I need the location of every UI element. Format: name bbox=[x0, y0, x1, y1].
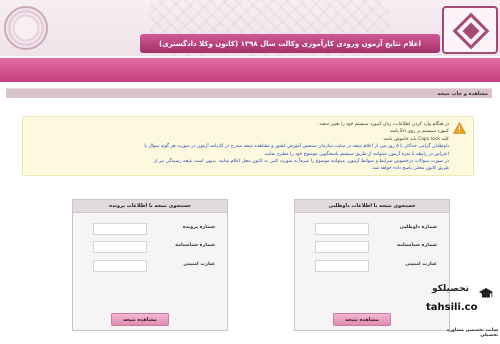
watermark-subtitle: سایت تخصصی مشاوره تحصیلی bbox=[446, 328, 498, 338]
notice-line: در هنگام وارد کردن اطلاعات، زبان کیبورد … bbox=[317, 122, 449, 127]
captcha-row: عبارت امنیتی bbox=[73, 260, 229, 272]
id-number-row: شماره شناسنامه bbox=[295, 241, 451, 253]
candidate-number-input[interactable] bbox=[315, 223, 369, 235]
captcha-input[interactable] bbox=[315, 260, 369, 272]
notice-line: کلید Caps lock باید خاموش باشد. bbox=[382, 136, 449, 142]
view-result-button[interactable]: مشاهده نتیجه bbox=[333, 313, 391, 326]
page-title: اعلام نتایج آزمون ورودی کارآموزی وکالت س… bbox=[140, 34, 440, 53]
graduation-cap-icon bbox=[479, 288, 493, 298]
captcha-label: عبارت امنیتی bbox=[183, 262, 215, 267]
notice-line: داوطلبان گرامی حداکثر تا ۵ روز پس از اعل… bbox=[144, 144, 449, 150]
site-header: اعلام نتایج آزمون ورودی کارآموزی وکالت س… bbox=[0, 0, 500, 56]
file-number-row: شماره پرونده bbox=[73, 223, 229, 235]
file-number-input[interactable] bbox=[93, 223, 147, 235]
header-strip bbox=[0, 58, 500, 82]
candidate-number-row: شماره داوطلبی bbox=[295, 223, 451, 235]
id-number-input[interactable] bbox=[315, 241, 369, 253]
id-number-label: شماره شناسنامه bbox=[397, 243, 437, 248]
panel-title: جستجوی نتیجه با اطلاعات داوطلبی bbox=[295, 200, 449, 213]
captcha-row: عبارت امنیتی bbox=[295, 260, 451, 272]
watermark-url: tahsili.co bbox=[426, 302, 478, 313]
id-number-label: شماره شناسنامه bbox=[175, 243, 215, 248]
notice-line: اعتراض در رابطه با نمره آزمون میتوانند ا… bbox=[263, 151, 449, 157]
captcha-input[interactable] bbox=[93, 260, 147, 272]
captcha-label: عبارت امنیتی bbox=[405, 262, 437, 267]
notice-line: کیبورد سیستم بر روی En باشد bbox=[389, 129, 449, 135]
panel-title: جستجوی نتیجه با اطلاعات پرونده bbox=[73, 200, 227, 213]
id-number-input[interactable] bbox=[93, 241, 147, 253]
candidate-number-label: شماره داوطلبی bbox=[399, 225, 437, 230]
id-number-row: شماره شناسنامه bbox=[73, 241, 229, 253]
bar-association-logo bbox=[442, 6, 498, 54]
file-number-label: شماره پرونده bbox=[182, 225, 215, 230]
tahsili-watermark: تحصیلکو tahsili.co سایت تخصصی مشاوره تحص… bbox=[426, 284, 498, 340]
watermark-brand: تحصیلکو bbox=[432, 284, 469, 294]
search-by-file-panel: جستجوی نتیجه با اطلاعات پرونده شماره پرو… bbox=[72, 199, 228, 331]
ornament-emblem bbox=[4, 6, 48, 50]
notice-box: در هنگام وارد کردن اطلاعات، زبان کیبورد … bbox=[22, 116, 474, 176]
view-result-button[interactable]: مشاهده نتیجه bbox=[111, 313, 169, 326]
notice-line: طریق کانون محلی پاسخ داده خواهد شد. bbox=[371, 166, 449, 172]
warning-icon bbox=[453, 122, 466, 134]
notice-line: در صورت سوالات درخصوص شرایط و ضوابط آزمو… bbox=[154, 159, 449, 165]
section-title: مشاهده و چاپ نتیجه bbox=[6, 88, 492, 98]
